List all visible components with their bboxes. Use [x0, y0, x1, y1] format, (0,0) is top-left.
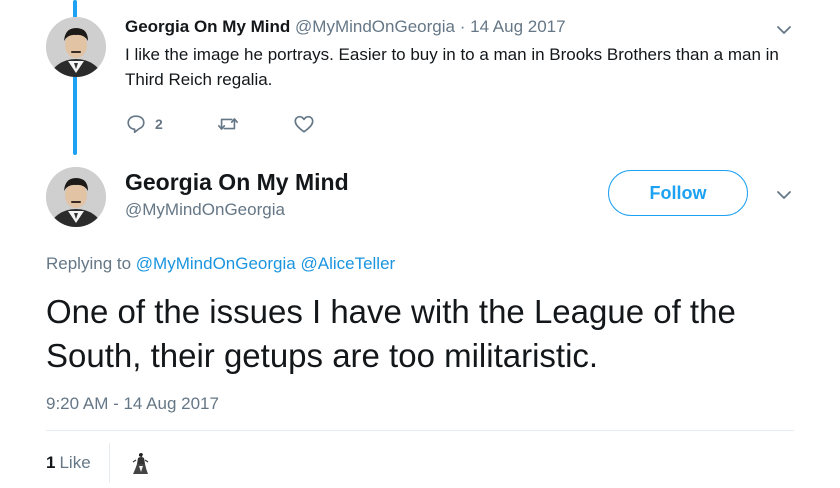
replying-to-line: Replying to @MyMindOnGeorgia @AliceTelle… [46, 253, 395, 275]
reply-icon [125, 113, 147, 135]
tweet-timestamp[interactable]: 9:20 AM - 14 Aug 2017 [46, 393, 219, 415]
likes-count: 1 [46, 453, 56, 472]
tweet-text: One of the issues I have with the League… [46, 293, 736, 374]
reply-button[interactable]: 2 [125, 113, 163, 135]
avatar-portrait-image [46, 167, 106, 227]
author-name[interactable]: Georgia On My Mind [125, 168, 349, 196]
header-separator: · [459, 17, 466, 36]
stat-separator [109, 443, 110, 483]
avatar[interactable] [46, 167, 106, 227]
follow-button[interactable]: Follow [608, 170, 748, 216]
author-name[interactable]: Georgia On My Mind [125, 17, 290, 36]
author-handle[interactable]: @MyMindOnGeorgia [295, 17, 455, 36]
liker-avatar[interactable] [128, 450, 154, 476]
avatar[interactable] [46, 17, 106, 77]
replying-to-label: Replying to [46, 254, 132, 273]
heart-icon [293, 113, 315, 135]
parent-tweet-text: I like the image he portrays. Easier to … [125, 45, 779, 89]
chevron-down-icon[interactable] [776, 187, 792, 203]
parent-tweet-header: Georgia On My Mind @MyMindOnGeorgia · 14… [125, 16, 566, 38]
tweet-thread: Georgia On My Mind @MyMindOnGeorgia · 14… [0, 0, 840, 488]
mention-link[interactable]: @AliceTeller [300, 254, 395, 273]
like-button[interactable] [293, 113, 315, 135]
chevron-down-icon[interactable] [776, 22, 792, 38]
tweet-actions: 2 [125, 112, 369, 136]
retweet-button[interactable] [217, 113, 239, 135]
likes-label: Like [59, 453, 91, 472]
mention-link[interactable]: @MyMindOnGeorgia [136, 254, 296, 273]
likes-stat[interactable]: 1 Like [46, 452, 91, 474]
author-handle[interactable]: @MyMindOnGeorgia [125, 199, 285, 221]
tweet-date[interactable]: 14 Aug 2017 [470, 17, 565, 36]
liker-figure-image [132, 453, 149, 474]
avatar-portrait-image [46, 17, 106, 77]
reply-count: 2 [155, 116, 163, 132]
divider [46, 430, 794, 431]
retweet-icon [217, 113, 239, 135]
